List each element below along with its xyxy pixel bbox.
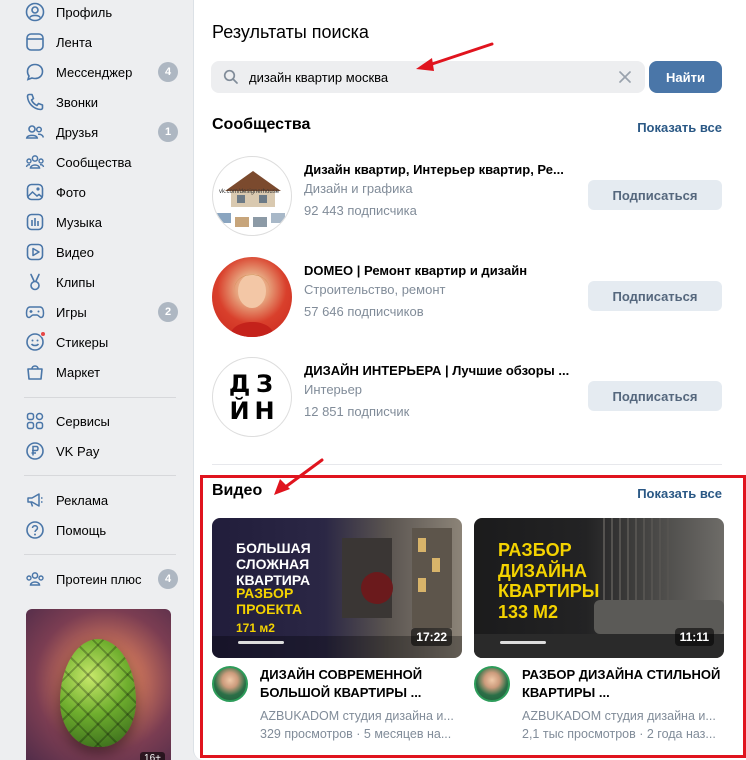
sidebar-item-label: Видео [56,244,94,260]
avatar-letter: Д [228,369,251,398]
community-subscribers: 57 646 подписчиков [304,304,424,319]
community-item[interactable]: vk.com/designerhouse Дизайн квартир, Инт… [212,156,722,236]
sidebar-item-label: Клипы [56,274,95,290]
sidebar-item-communities[interactable]: Сообщества [24,150,180,174]
help-icon [24,519,46,541]
sidebar-item-calls[interactable]: Звонки [24,90,180,114]
sidebar-item-vkpay[interactable]: VK Pay [24,439,180,463]
community-category: Строительство, ремонт [304,282,446,297]
left-sidebar: Профиль Лента Мессенджер 4 Звонки Друзья… [0,0,186,760]
avatar-letter: Н [254,396,275,425]
sidebar-item-video[interactable]: Видео [24,240,180,264]
sidebar-item-friends[interactable]: Друзья 1 [24,120,180,144]
subscribe-button[interactable]: Подписаться [588,180,722,210]
community-avatar[interactable] [212,257,292,337]
sidebar-item-label: Протеин плюс [56,571,142,587]
community-subscribers: 92 443 подписчика [304,203,417,218]
phone-icon [24,91,46,113]
sidebar-item-label: Стикеры [56,334,109,350]
sidebar-item-label: Маркет [56,364,101,380]
sidebar-item-market[interactable]: Маркет [24,360,180,384]
sidebar-item-clips[interactable]: Клипы [24,270,180,294]
community-subscribers: 12 851 подписчик [304,404,410,419]
sidebar-divider [24,475,176,476]
profile-icon [24,1,46,23]
community-avatar[interactable]: vk.com/designerhouse [212,156,292,236]
age-rating-badge: 16+ [140,752,165,760]
sidebar-item-services[interactable]: Сервисы [24,409,180,433]
avatar-letter: З [255,369,274,398]
highlight-frame [200,475,746,758]
friend-requests-badge: 1 [158,122,178,142]
subscribe-button[interactable]: Подписаться [588,281,722,311]
sidebar-item-profile[interactable]: Профиль [24,0,180,24]
subscribe-button[interactable]: Подписаться [588,381,722,411]
sidebar-item-label: Реклама [56,492,109,508]
sidebar-item-label: Друзья [56,124,99,140]
sidebar-item-label: Помощь [56,522,107,538]
annotation-arrow [416,42,494,71]
notification-dot [40,331,46,337]
games-icon [24,301,46,323]
page-title: Результаты поиска [212,22,369,42]
sidebar-item-label: Сообщества [56,154,132,170]
services-icon [24,410,46,432]
search-icon [223,69,239,85]
sidebar-item-label: Музыка [56,214,102,230]
annotation-arrow [274,458,324,495]
community-name[interactable]: DOMEO | Ремонт квартир и дизайн [304,263,584,278]
sidebar-divider [24,397,176,398]
search-button[interactable]: Найти [649,61,722,93]
sidebar-item-label: Профиль [56,4,113,20]
community-name[interactable]: Дизайн квартир, Интерьер квартир, Ре... [304,162,584,177]
community-item[interactable]: DOMEO | Ремонт квартир и дизайн Строител… [212,257,722,337]
sidebar-ad-banner[interactable]: 16+ [26,609,171,760]
sidebar-divider [24,554,176,555]
vkpay-icon [24,440,46,462]
community-avatar[interactable]: Д З Й Н [212,357,292,437]
communities-icon [24,151,46,173]
community-category: Интерьер [304,382,363,397]
ads-icon [24,489,46,511]
sidebar-item-label: Лента [56,34,92,50]
community-category: Дизайн и графика [304,181,413,196]
sidebar-item-label: Мессенджер [56,64,133,80]
sidebar-item-ads[interactable]: Реклама [24,488,180,512]
sidebar-item-music[interactable]: Музыка [24,210,180,234]
music-icon [24,211,46,233]
community-item[interactable]: Д З Й Н ДИЗАЙН ИНТЕРЬЕРА | Лучшие обзоры… [212,357,722,437]
stickers-icon [24,331,46,353]
sidebar-item-messenger[interactable]: Мессенджер 4 [24,60,180,84]
group-badge: 4 [158,569,178,589]
sidebar-item-stickers[interactable]: Стикеры [24,330,180,354]
messenger-icon [24,61,46,83]
sidebar-item-help[interactable]: Помощь [24,518,180,542]
avatar-watermark: vk.com/designerhouse [219,189,280,195]
video-icon [24,241,46,263]
communities-section-title: Сообщества [212,116,311,133]
market-icon [24,361,46,383]
clear-search-icon[interactable] [617,69,633,85]
friends-icon [24,121,46,143]
sidebar-item-label: Сервисы [56,413,110,429]
photo-icon [24,181,46,203]
games-badge: 2 [158,302,178,322]
sidebar-item-games[interactable]: Игры 2 [24,300,180,324]
avatar-letter: Й [229,396,250,425]
communities-show-all-link[interactable]: Показать все [637,120,722,135]
sidebar-item-photo[interactable]: Фото [24,180,180,204]
feed-icon [24,31,46,53]
unread-badge: 4 [158,62,178,82]
community-name[interactable]: ДИЗАЙН ИНТЕРЬЕРА | Лучшие обзоры ... [304,363,584,378]
group-icon [24,568,46,590]
clips-icon [24,271,46,293]
sidebar-item-feed[interactable]: Лента [24,30,180,54]
sidebar-item-label: Игры [56,304,87,320]
sidebar-item-label: Фото [56,184,86,200]
sidebar-item-label: Звонки [56,94,98,110]
dragon-egg-image [60,639,136,747]
sidebar-item-label: VK Pay [56,443,100,459]
sidebar-item-protein-plus[interactable]: Протеин плюс 4 [24,567,180,591]
